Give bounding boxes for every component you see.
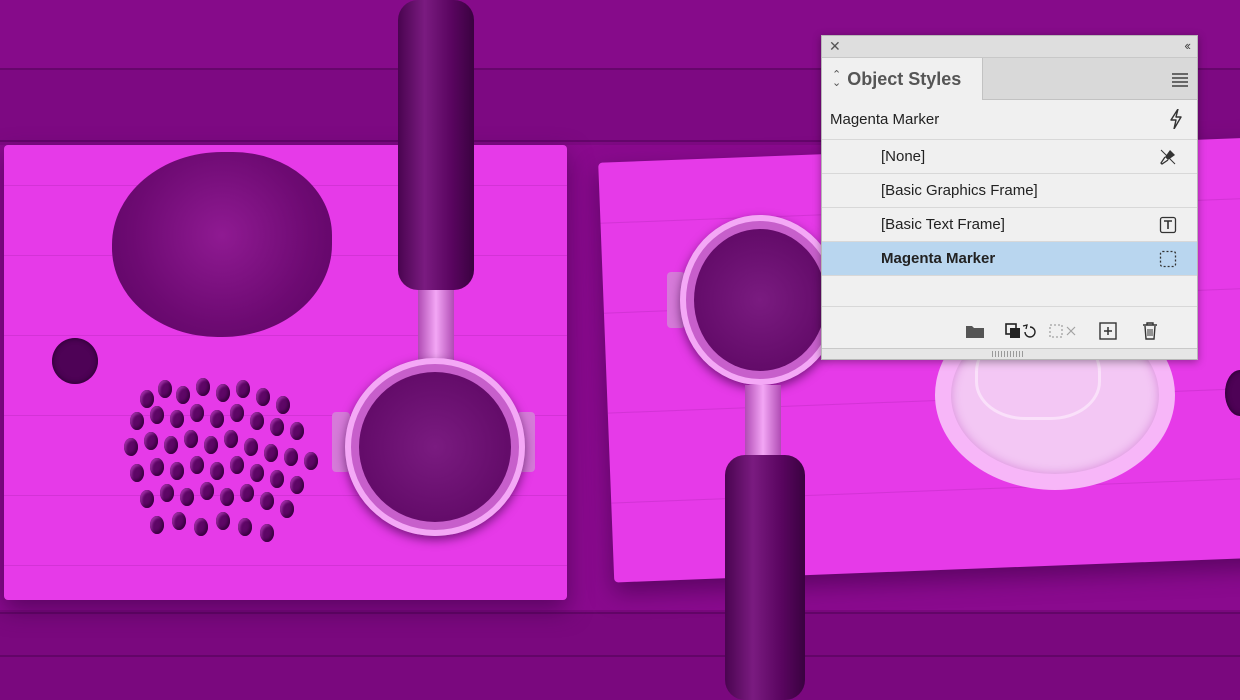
panel-resize-bar[interactable] <box>822 348 1197 359</box>
panel-footer <box>822 315 1197 347</box>
clear-overrides-icon[interactable] <box>1004 321 1036 341</box>
portafilter-handle <box>725 455 805 700</box>
styles-list: [None] [Basic Graphics Frame] [Basic Tex… <box>822 140 1197 307</box>
panel-title-bar[interactable]: ✕ ‹‹ <box>822 36 1197 58</box>
portafilter-neck <box>418 290 454 360</box>
graphic-frame-icon <box>1159 250 1177 268</box>
clear-non-defined-attributes-icon[interactable] <box>1048 321 1080 341</box>
clear-overrides-icon <box>1160 149 1176 165</box>
style-row-basic-text-frame[interactable]: [Basic Text Frame] <box>822 208 1197 242</box>
style-row-magenta-marker[interactable]: Magenta Marker <box>822 242 1197 276</box>
panel-title: Object Styles <box>847 68 962 89</box>
style-label: [Basic Text Frame] <box>881 216 1005 233</box>
plank-seam <box>0 612 1240 614</box>
panel-tab-row: ⌃ ⌄ Object Styles <box>822 58 1197 100</box>
close-icon[interactable]: ✕ <box>829 38 841 55</box>
style-label: [None] <box>881 148 926 165</box>
portafilter-handle <box>398 0 474 290</box>
default-style-label: Magenta Marker <box>830 111 940 128</box>
style-row-none[interactable]: [None] <box>822 140 1197 174</box>
tab-object-styles[interactable]: ⌃ ⌄ Object Styles <box>822 58 983 100</box>
portafilter-basket <box>345 358 525 536</box>
empty-list-space <box>822 276 1197 307</box>
delete-style-icon[interactable] <box>1139 321 1161 341</box>
style-label: Magenta Marker <box>881 250 996 267</box>
panel-menu-icon[interactable] <box>1172 73 1188 89</box>
object-styles-panel: ✕ ‹‹ ⌃ ⌄ Object Styles Magenta Marker [No… <box>821 35 1198 360</box>
plank-seam <box>0 655 1240 657</box>
portafilter-neck <box>745 385 781 460</box>
style-row-basic-graphics-frame[interactable]: [Basic Graphics Frame] <box>822 174 1197 208</box>
collapse-icon[interactable]: ‹‹ <box>1184 38 1191 53</box>
portafilter-basket <box>680 215 840 385</box>
ground-coffee-pile <box>112 152 332 337</box>
quick-apply-icon[interactable] <box>1169 109 1183 129</box>
new-style-icon[interactable] <box>1097 321 1119 341</box>
new-style-group-icon[interactable] <box>964 321 986 341</box>
text-frame-icon <box>1159 216 1177 234</box>
board-hole <box>52 338 98 384</box>
resize-grip-icon[interactable] <box>992 351 1024 357</box>
default-style-row: Magenta Marker <box>822 100 1197 140</box>
expand-collapse-icon[interactable]: ⌃ ⌄ <box>832 70 841 89</box>
style-label: [Basic Graphics Frame] <box>881 182 1038 199</box>
